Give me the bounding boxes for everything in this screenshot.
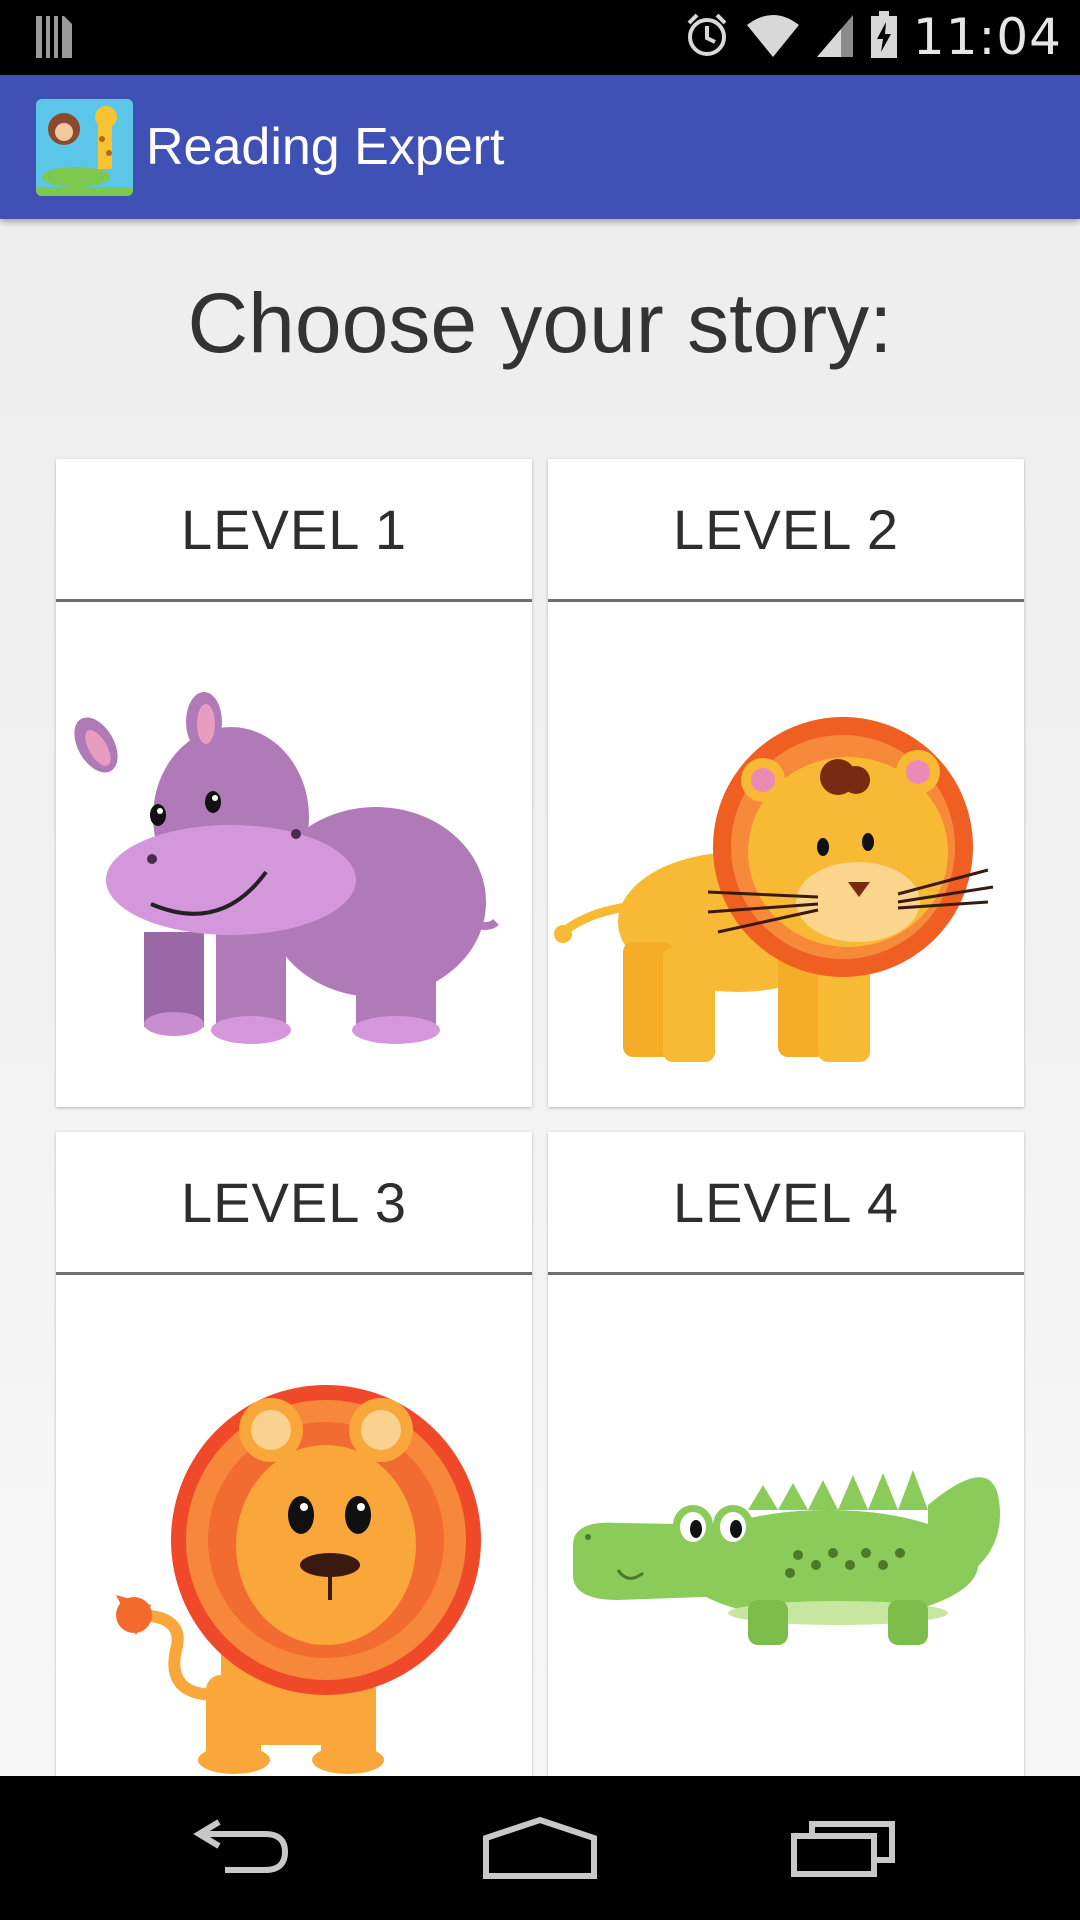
level-label: LEVEL 3 — [56, 1132, 532, 1275]
app-logo-icon — [36, 99, 133, 196]
status-time: 11:04 — [912, 8, 1062, 66]
crocodile-illustration — [548, 1275, 1024, 1780]
hippo-illustration — [56, 602, 532, 1107]
wifi-icon — [745, 11, 801, 64]
page-title: Choose your story: — [187, 276, 893, 370]
level-card-1[interactable]: LEVEL 1 — [56, 459, 532, 1107]
status-bar: 11:04 — [0, 0, 1080, 75]
app-bar: Reading Expert — [0, 75, 1080, 219]
sim-card-icon — [34, 14, 74, 65]
signal-icon — [815, 11, 855, 64]
navigation-bar — [0, 1776, 1080, 1920]
level-card-3[interactable]: LEVEL 3 — [56, 1132, 532, 1780]
level-card-4[interactable]: LEVEL 4 — [548, 1132, 1024, 1780]
back-icon[interactable] — [170, 1796, 310, 1900]
recents-icon[interactable] — [775, 1796, 915, 1900]
level-card-2[interactable]: LEVEL 2 — [548, 459, 1024, 1107]
home-icon[interactable] — [470, 1796, 610, 1900]
alarm-icon — [683, 11, 731, 64]
app-title: Reading Expert — [146, 118, 505, 176]
battery-charging-icon — [869, 10, 899, 65]
screen: 11:04 Reading Expert Choose your story: … — [0, 0, 1080, 1920]
lion-illustration — [56, 1275, 532, 1780]
level-label: LEVEL 1 — [56, 459, 532, 602]
level-label: LEVEL 4 — [548, 1132, 1024, 1275]
level-label: LEVEL 2 — [548, 459, 1024, 602]
lion-cub-illustration — [548, 602, 1024, 1107]
